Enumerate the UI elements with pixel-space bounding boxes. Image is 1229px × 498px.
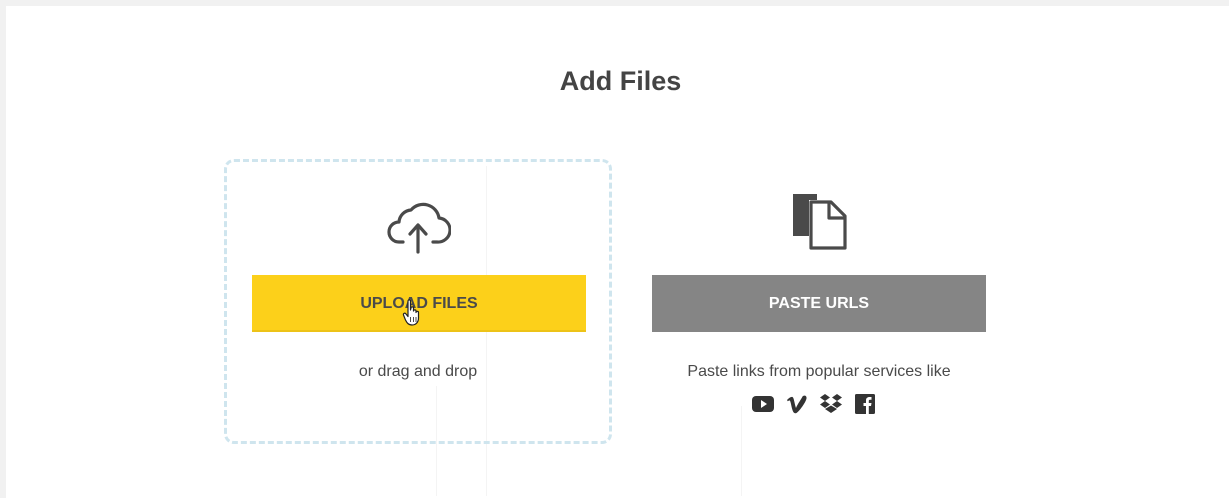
dropbox-icon[interactable] [819, 393, 843, 415]
documents-icon [793, 194, 847, 250]
background-divider [741, 406, 742, 496]
add-files-page: Add Files UPLOAD FILES or drag and drop … [0, 0, 1229, 498]
service-icons [751, 393, 877, 415]
paste-urls-button[interactable]: PASTE URLS [652, 275, 986, 332]
page-title: Add Files [559, 66, 682, 96]
paste-services-description: Paste links from popular services like [687, 363, 951, 380]
hand-cursor-icon [402, 299, 420, 326]
drag-and-drop-hint: or drag and drop [358, 363, 478, 380]
vimeo-icon[interactable] [785, 393, 809, 415]
cloud-upload-icon [387, 202, 451, 254]
youtube-icon[interactable] [751, 393, 775, 415]
facebook-icon[interactable] [853, 393, 877, 415]
